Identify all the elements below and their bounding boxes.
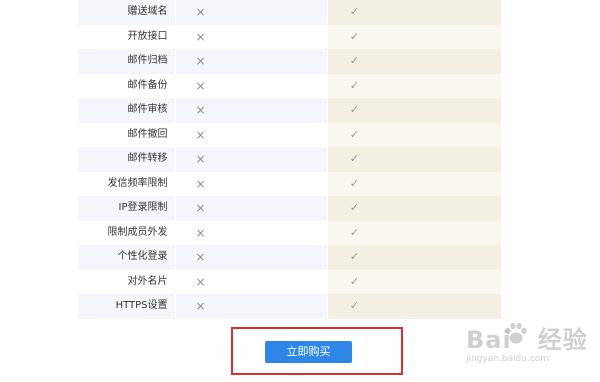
check-icon: ✓ [327,294,501,319]
check-icon: ✓ [327,196,501,221]
feature-comparison-table: 赠送域名 × ✓ 开放接口 × ✓ 邮件归档 × ✓ 邮件备份 × ✓ 邮件审核… [78,0,501,319]
check-icon: ✓ [327,220,501,245]
cross-icon: × [175,171,327,196]
table-row: 对外名片 × ✓ [78,269,501,294]
cross-icon: × [175,24,327,49]
check-icon: ✓ [327,245,501,270]
check-icon: ✓ [327,147,501,172]
cross-icon: × [175,245,327,270]
check-icon: ✓ [327,171,501,196]
check-icon: ✓ [327,98,501,123]
buy-now-button[interactable]: 立即购买 [265,341,352,363]
cross-icon: × [175,98,327,123]
feature-name: 邮件撤回 [78,122,175,147]
check-icon: ✓ [327,269,501,294]
cross-icon: × [175,220,327,245]
table-row: 开放接口 × ✓ [78,24,501,49]
table-row: 发信频率限制 × ✓ [78,171,501,196]
feature-name: 邮件审核 [78,98,175,123]
table-row: 个性化登录 × ✓ [78,245,501,270]
table-row: 邮件审核 × ✓ [78,98,501,123]
paw-icon [505,322,527,344]
feature-name: 开放接口 [78,24,175,49]
cross-icon: × [175,196,327,221]
check-icon: ✓ [327,0,501,25]
table-row: 邮件撤回 × ✓ [78,122,501,147]
feature-name: 邮件归档 [78,49,175,74]
table-row: 邮件归档 × ✓ [78,49,501,74]
feature-name: HTTPS设置 [78,294,175,319]
check-icon: ✓ [327,49,501,74]
cross-icon: × [175,122,327,147]
table-row: 邮件备份 × ✓ [78,73,501,98]
cross-icon: × [175,0,327,25]
check-icon: ✓ [327,73,501,98]
cross-icon: × [175,49,327,74]
cross-icon: × [175,73,327,98]
table-row: HTTPS设置 × ✓ [78,294,501,319]
cross-icon: × [175,147,327,172]
watermark-url: jingyan.baidu.com [466,354,550,364]
table-row: IP登录限制 × ✓ [78,196,501,221]
cross-icon: × [175,294,327,319]
feature-name: 发信频率限制 [78,171,175,196]
feature-name: IP登录限制 [78,196,175,221]
feature-name: 限制成员外发 [78,220,175,245]
check-icon: ✓ [327,122,501,147]
table-row: 邮件转移 × ✓ [78,147,501,172]
feature-name: 赠送域名 [78,0,175,25]
feature-name: 个性化登录 [78,245,175,270]
feature-name: 邮件备份 [78,73,175,98]
check-icon: ✓ [327,24,501,49]
table-row: 赠送域名 × ✓ [78,0,501,25]
baidu-jingyan-watermark: Bai 经验 jingyan.baidu.com [466,320,587,370]
feature-name: 对外名片 [78,269,175,294]
table-row: 限制成员外发 × ✓ [78,220,501,245]
cross-icon: × [175,269,327,294]
feature-name: 邮件转移 [78,147,175,172]
